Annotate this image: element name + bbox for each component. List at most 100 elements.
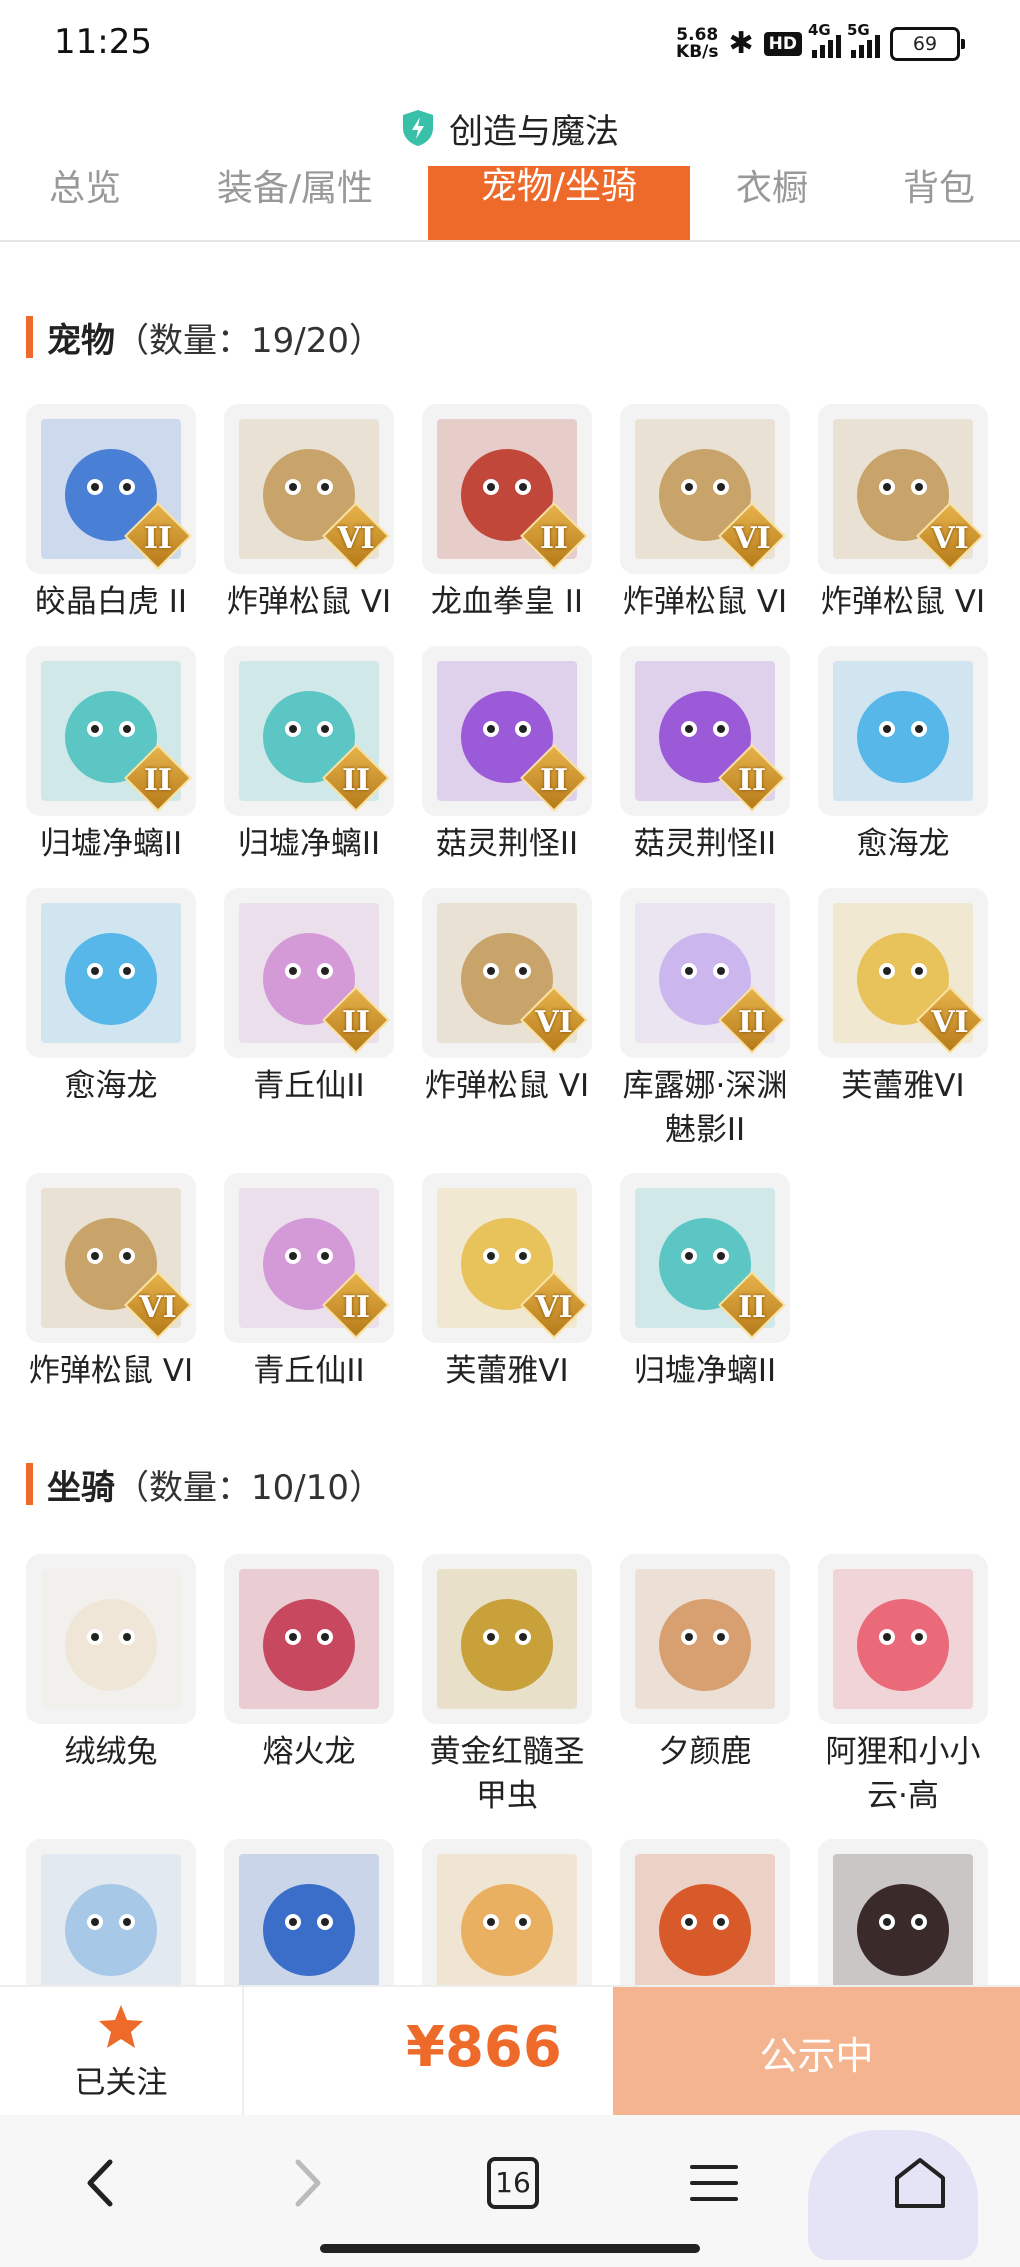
pets-item[interactable]: II 龙血拳皇 II [418, 404, 596, 624]
tab-equipment[interactable]: 装备/属性 [200, 166, 390, 224]
home-icon [895, 2158, 945, 2208]
bluetooth-icon: ✱ [728, 26, 754, 61]
bottom-action-bar: 已关注 ¥866 公示中 [0, 1985, 1020, 2117]
grade-text: VI [931, 1005, 969, 1040]
pets-item[interactable]: VI 炸弹松鼠 VI [220, 404, 398, 624]
pets-name: 愈海龙 [64, 1068, 158, 1104]
grade-text: II [737, 763, 767, 798]
dusk-deer-icon [620, 1554, 790, 1724]
mounts-name: 阿狸和小小云·高 [825, 1734, 981, 1814]
mounts-name: 夕颜鹿 [658, 1734, 752, 1770]
tab-overview[interactable]: 总览 [30, 166, 140, 224]
pets-item[interactable]: VI 炸弹松鼠 VI [22, 1173, 200, 1393]
pets-item[interactable]: VI 炸弹松鼠 VI [616, 404, 794, 624]
fox-fairy-icon: II [224, 888, 394, 1058]
section-accent-bar [26, 1463, 33, 1505]
pets-item[interactable]: VI 炸弹松鼠 VI [814, 404, 992, 624]
mounts-name: 熔火龙 [262, 1734, 356, 1770]
follow-button[interactable]: 已关注 [0, 1987, 244, 2117]
pets-section-title: 宠物 （数量：19/20） [26, 315, 383, 361]
pets-item[interactable]: 愈海龙 [814, 646, 992, 866]
mounts-item[interactable]: 夕颜鹿 [616, 1554, 794, 1774]
back-button[interactable] [70, 2153, 130, 2213]
fire-dragon-icon [620, 1839, 790, 2009]
page-header: 创造与魔法 [0, 88, 1020, 168]
kuluna-icon: II [620, 888, 790, 1058]
pets-name: 菇灵荆怪II [435, 826, 579, 862]
white-tiger-icon: II [26, 404, 196, 574]
bomb-squirrel-icon: VI [422, 888, 592, 1058]
grade-text: II [539, 521, 569, 556]
jade-dragon-icon: II [620, 1173, 790, 1343]
tab-count: 16 [487, 2157, 539, 2209]
mounts-item[interactable]: 阿狸和小小云·高 [814, 1554, 992, 1818]
grade-text: II [143, 521, 173, 556]
tab-pets-mounts[interactable]: 宠物/坐骑 [428, 166, 690, 240]
mounts-name: 黄金红髓圣甲虫 [429, 1734, 585, 1814]
mounts-item[interactable]: 熔火龙 [220, 1554, 398, 1774]
pets-item[interactable]: VI 芙蕾雅VI [814, 888, 992, 1108]
freya-icon: VI [818, 888, 988, 1058]
status-time: 11:25 [54, 22, 152, 62]
golden-scarab-icon [422, 1554, 592, 1724]
status-bar: 11:25 5.68 KB/s ✱ HD 4G 5G 69 [0, 0, 1020, 88]
grade-text: VI [931, 521, 969, 556]
mushroom-imp-icon: II [422, 646, 592, 816]
chevron-left-icon [87, 2159, 113, 2207]
grade-text: VI [337, 521, 375, 556]
pets-item[interactable]: II 青丘仙II [220, 888, 398, 1108]
mushroom-imp-icon: II [620, 646, 790, 816]
pets-name: 炸弹松鼠 VI [226, 584, 392, 620]
pets-name: 归墟净螭II [633, 1353, 777, 1389]
tab-bar: 总览 装备/属性 宠物/坐骑 衣橱 背包 [0, 166, 1020, 242]
pets-name: 青丘仙II [253, 1068, 365, 1104]
pets-item[interactable]: VI 炸弹松鼠 VI [418, 888, 596, 1108]
pets-item[interactable]: VI 芙蕾雅VI [418, 1173, 596, 1393]
signal-4g-icon: 4G [808, 21, 841, 58]
menu-button[interactable] [684, 2153, 744, 2213]
follow-label: 已关注 [74, 2064, 168, 2101]
pets-item[interactable]: II 库露娜·深渊魅影II [616, 888, 794, 1152]
black-pig-icon [818, 1839, 988, 2009]
status-icons: 5.68 KB/s ✱ HD 4G 5G 69 [676, 21, 965, 61]
tab-wardrobe[interactable]: 衣橱 [722, 166, 822, 224]
jade-dragon-icon: II [224, 646, 394, 816]
pets-item[interactable]: II 菇灵荆怪II [616, 646, 794, 866]
blue-phoenix-icon [224, 1839, 394, 2009]
pets-name: 炸弹松鼠 VI [424, 1068, 590, 1104]
fox-fairy-icon: II [224, 1173, 394, 1343]
pets-item[interactable]: II 归墟净螭II [220, 646, 398, 866]
jade-dragon-icon: II [26, 646, 196, 816]
tabs-button[interactable]: 16 [478, 2153, 548, 2213]
price-label: ¥866 [406, 2015, 562, 2080]
golden-bird-icon [422, 1839, 592, 2009]
pets-item[interactable]: II 归墟净螭II [22, 646, 200, 866]
pets-item[interactable]: II 归墟净螭II [616, 1173, 794, 1393]
menu-icon [690, 2165, 738, 2201]
bomb-squirrel-icon: VI [26, 1173, 196, 1343]
grade-text: II [143, 763, 173, 798]
mounts-section-title: 坐骑 （数量：10/10） [26, 1462, 383, 1508]
grade-text: VI [733, 521, 771, 556]
signal-5g-icon: 5G [847, 21, 880, 58]
sea-dragon-icon [26, 888, 196, 1058]
mounts-item[interactable]: 黄金红髓圣甲虫 [418, 1554, 596, 1818]
public-status-button[interactable]: 公示中 [613, 1987, 1020, 2117]
home-button[interactable] [890, 2153, 950, 2213]
grade-text: VI [139, 1290, 177, 1325]
pets-item[interactable]: II 皎晶白虎 II [22, 404, 200, 624]
forward-button[interactable] [278, 2153, 338, 2213]
shield-icon [403, 110, 433, 146]
grade-text: II [341, 763, 371, 798]
grade-text: II [539, 763, 569, 798]
pets-name: 归墟净螭II [39, 826, 183, 862]
pets-item[interactable]: II 青丘仙II [220, 1173, 398, 1393]
tab-backpack[interactable]: 背包 [884, 166, 994, 224]
pets-item[interactable]: II 菇灵荆怪II [418, 646, 596, 866]
grade-text: II [737, 1290, 767, 1325]
star-icon [99, 2004, 143, 2048]
pets-item[interactable]: 愈海龙 [22, 888, 200, 1108]
pets-name: 芙蕾雅VI [445, 1353, 569, 1389]
mounts-item[interactable]: 绒绒兔 [22, 1554, 200, 1774]
dragon-boxer-icon: II [422, 404, 592, 574]
